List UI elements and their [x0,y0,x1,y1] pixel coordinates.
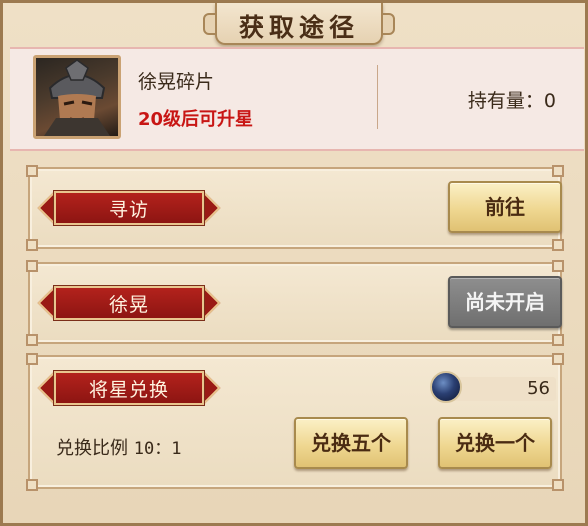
route-label: 寻访 [108,199,149,221]
helmeted-warrior-portrait [44,59,110,136]
star-exchange-row: 将星兑换 56 兑换比例 10：1 兑换五个 兑换一个 [26,353,564,491]
exchange-ratio: 兑换比例 10：1 [56,434,181,460]
title-cap-left [203,13,217,35]
currency-count: 56 [527,378,550,399]
route-banner: 徐晃 [37,284,221,322]
blue-orb-icon [430,371,462,403]
route-label: 徐晃 [108,294,149,316]
route-row-general: 徐晃 尚未开启 [26,260,564,346]
general-portrait [33,55,121,139]
item-name: 徐晃碎片 [138,71,215,93]
exchange-ratio-value: 10：1 [133,439,182,459]
title-cap-right [381,13,395,35]
star-upgrade-hint: 20级后可升星 [138,109,254,130]
owned-quantity: 持有量：0 [467,90,556,112]
exchange-five-button[interactable]: 兑换五个 [294,417,408,469]
route-banner: 寻访 [37,189,221,227]
goto-button[interactable]: 前往 [448,181,562,233]
exchange-label: 将星兑换 [88,379,169,401]
exchange-banner: 将星兑换 [37,369,221,407]
not-open-button[interactable]: 尚未开启 [448,276,562,328]
panel-title: 获取途径 [238,13,359,42]
exchange-one-button[interactable]: 兑换一个 [438,417,552,469]
item-info-section: 徐晃碎片 20级后可升星 持有量：0 [10,47,584,151]
route-row-visit: 寻访 前往 [26,165,564,251]
exchange-ratio-label: 兑换比例 [56,438,128,459]
title-tab: 获取途径 [203,3,395,45]
acquisition-panel: 获取途径 徐晃碎片 20级后可升星 持有量：0 寻访 前往 徐晃 尚未开启 将星… [0,0,588,526]
info-divider [377,65,378,129]
